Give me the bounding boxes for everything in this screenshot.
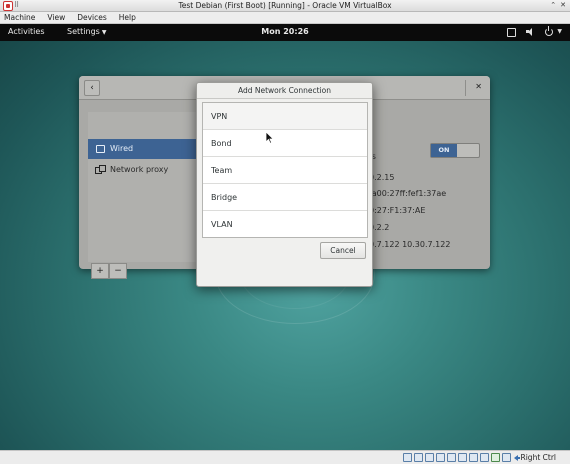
- audio-icon[interactable]: [425, 453, 434, 462]
- shared-folders-icon[interactable]: [458, 453, 467, 462]
- host-menubar: Machine View Devices Help: [0, 12, 570, 24]
- sidebar-item-wired[interactable]: Wired: [88, 139, 196, 159]
- wired-network-icon: [96, 145, 105, 153]
- video-capture-icon[interactable]: [480, 453, 489, 462]
- host-titlebar: ⠿ Test Debian (First Boot) [Running] - O…: [0, 0, 570, 12]
- settings-close-button[interactable]: ✕: [475, 82, 482, 91]
- guest-desktop: Activities Settings ▼ Mon 20:26 ▼ ‹ ✕ Wir…: [0, 24, 570, 450]
- mouse-integration-icon[interactable]: [502, 453, 511, 462]
- network-icon[interactable]: [436, 453, 445, 462]
- sidebar-item-network-proxy[interactable]: Network proxy: [88, 160, 196, 180]
- sidebar-item-label: Network proxy: [110, 165, 169, 174]
- menu-help[interactable]: Help: [119, 13, 136, 22]
- remove-connection-button[interactable]: −: [109, 263, 127, 279]
- list-item-team[interactable]: Team: [203, 157, 367, 184]
- maximize-button[interactable]: ⌃: [550, 1, 556, 9]
- list-item-bridge[interactable]: Bridge: [203, 184, 367, 211]
- connection-type-list: VPN Bond Team Bridge VLAN: [202, 102, 368, 238]
- gnome-topbar: Activities Settings ▼ Mon 20:26 ▼: [0, 24, 570, 41]
- back-button[interactable]: ‹: [84, 80, 100, 96]
- network-proxy-icon: [95, 165, 106, 175]
- sidebar-item-label: Wired: [110, 144, 134, 153]
- system-tray[interactable]: ▼: [506, 26, 562, 37]
- list-item-bond[interactable]: Bond: [203, 130, 367, 157]
- screen-icon: [506, 26, 517, 37]
- header-separator: [465, 80, 466, 96]
- menu-devices[interactable]: Devices: [77, 13, 107, 22]
- display-icon[interactable]: [469, 453, 478, 462]
- list-item-vlan[interactable]: VLAN: [203, 211, 367, 238]
- network-sidebar: Wired Network proxy: [88, 112, 196, 262]
- detail-hardware-address: 0:27:F1:37:AE: [369, 206, 426, 215]
- device-indicators: [403, 453, 511, 462]
- clock[interactable]: Mon 20:26: [0, 27, 570, 36]
- hard-disk-icon[interactable]: [403, 453, 412, 462]
- volume-icon: [525, 26, 535, 37]
- menu-machine[interactable]: Machine: [4, 13, 35, 22]
- wired-toggle[interactable]: ON: [430, 143, 480, 158]
- cancel-button[interactable]: Cancel: [320, 242, 366, 259]
- optical-drive-icon[interactable]: [414, 453, 423, 462]
- add-connection-button[interactable]: +: [91, 263, 109, 279]
- chevron-down-icon: ▼: [557, 28, 562, 35]
- toggle-on-label: ON: [431, 144, 457, 157]
- detail-ipv6: :a00:27ff:fef1:37ae: [369, 189, 447, 198]
- list-item-vpn[interactable]: VPN: [203, 103, 367, 130]
- power-icon: [544, 26, 554, 37]
- add-network-connection-dialog: Add Network Connection VPN Bond Team Bri…: [196, 82, 373, 287]
- window-title: Test Debian (First Boot) [Running] - Ora…: [178, 1, 392, 10]
- detail-dns: 0.7.122 10.30.7.122: [369, 240, 451, 249]
- cpu-icon[interactable]: [491, 453, 500, 462]
- host-key-label: Right Ctrl: [520, 453, 556, 462]
- host-statusbar: Right Ctrl: [0, 450, 570, 464]
- dialog-title: Add Network Connection: [197, 83, 372, 99]
- menu-view[interactable]: View: [47, 13, 65, 22]
- close-button[interactable]: ✕: [560, 1, 566, 9]
- usb-icon[interactable]: [447, 453, 456, 462]
